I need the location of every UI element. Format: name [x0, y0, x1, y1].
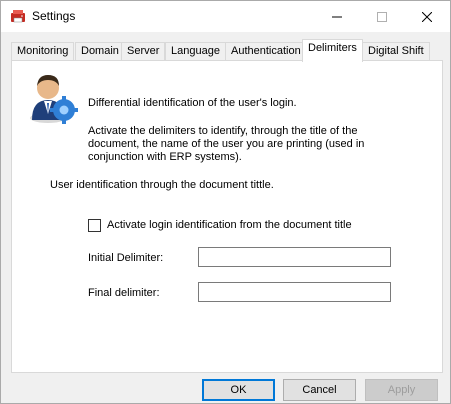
tab-strip: Monitoring Domain Server Language Authen… [11, 39, 443, 62]
final-delimiter-label: Final delimiter: [88, 287, 160, 299]
minimize-button[interactable] [314, 1, 360, 32]
tab-server[interactable]: Server [121, 42, 166, 61]
tab-monitoring[interactable]: Monitoring [11, 42, 75, 61]
minimize-icon [332, 16, 342, 17]
cancel-button[interactable]: Cancel [283, 379, 356, 401]
close-button[interactable] [404, 1, 450, 32]
ok-button[interactable]: OK [202, 379, 275, 401]
initial-delimiter-input[interactable] [198, 247, 391, 267]
login-identification-checkbox-row[interactable]: Activate login identification from the d… [88, 218, 352, 232]
tab-delimiters[interactable]: Delimiters [302, 39, 363, 62]
tab-domain[interactable]: Domain [75, 42, 125, 61]
section-label: User identification through the document… [50, 179, 274, 191]
settings-window: Settings Monitoring Domain Server Langua… [0, 0, 451, 404]
tab-digital-shift[interactable]: Digital Shift [362, 42, 430, 61]
maximize-button[interactable] [359, 1, 405, 32]
final-delimiter-input[interactable] [198, 282, 391, 302]
title-bar[interactable]: Settings [1, 1, 450, 32]
login-identification-checkbox-label: Activate login identification from the d… [107, 219, 352, 231]
app-icon [11, 10, 25, 23]
login-identification-checkbox[interactable] [88, 218, 101, 232]
panel-description: Activate the delimiters to identify, thr… [88, 125, 365, 163]
user-settings-icon [30, 75, 78, 124]
tab-language[interactable]: Language [165, 42, 226, 61]
apply-button[interactable]: Apply [365, 379, 438, 401]
maximize-icon [377, 11, 387, 22]
tab-authentication[interactable]: Authentication [225, 42, 307, 61]
panel-heading: Differential identification of the user'… [88, 97, 297, 109]
delimiters-panel: Differential identification of the user'… [11, 60, 443, 373]
initial-delimiter-label: Initial Delimiter: [88, 252, 164, 264]
close-icon [422, 11, 432, 22]
window-title: Settings [32, 9, 76, 23]
